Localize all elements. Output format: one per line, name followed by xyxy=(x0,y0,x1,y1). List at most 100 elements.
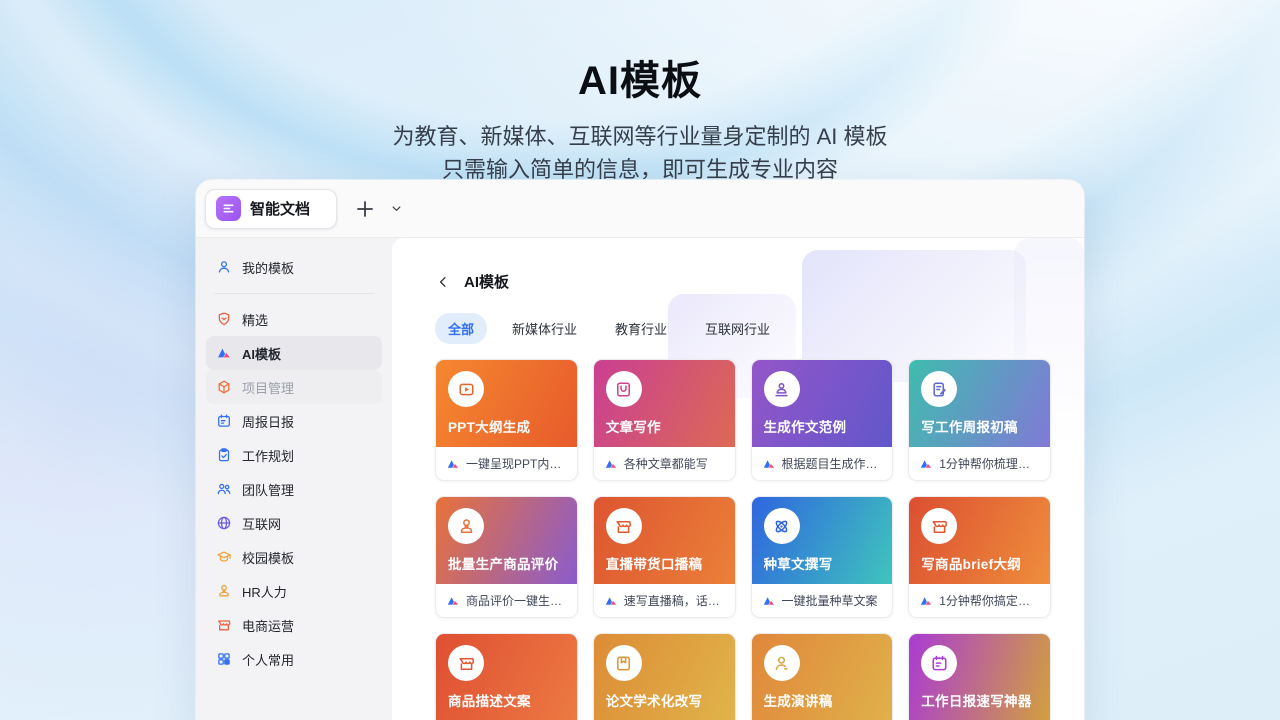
user-icon xyxy=(216,259,232,275)
card-description: 一键呈现PPT内容框架 xyxy=(466,455,567,472)
sidebar-item-project-management[interactable]: 项目管理 xyxy=(206,370,382,404)
card-description: 一键批量种草文案 xyxy=(782,592,878,609)
card-description: 速写直播稿，话题卖点… xyxy=(624,592,725,609)
sidebar: 我的模板 精选 AI模板 项目管理 周报日报 工作规划 xyxy=(196,238,392,720)
storefront-icon xyxy=(930,517,949,536)
template-card-academic-rewrite[interactable]: 论文学术化改写 xyxy=(593,633,736,720)
card-title: 种草文撰写 xyxy=(764,553,881,573)
book-icon xyxy=(614,654,633,673)
ai-logo-icon xyxy=(919,594,933,608)
sidebar-item-my-templates[interactable]: 我的模板 xyxy=(206,250,382,284)
template-card-product-brief[interactable]: 写商品brief大纲 1分钟帮你搞定商品宣传… xyxy=(908,496,1051,618)
template-card-weekly-report-draft[interactable]: 写工作周报初稿 1分钟帮你梳理每周事项 xyxy=(908,359,1051,481)
template-grid: PPT大纲生成 一键呈现PPT内容框架 文章写作 xyxy=(435,359,1051,720)
category-tabs: 全部 新媒体行业 教育行业 互联网行业 xyxy=(435,313,1051,344)
sidebar-item-team-management[interactable]: 团队管理 xyxy=(206,472,382,506)
main-panel: AI模板 全部 新媒体行业 教育行业 互联网行业 PPT大纲生成 xyxy=(392,238,1084,720)
sidebar-item-label: 校园模板 xyxy=(242,548,294,567)
badge-icon xyxy=(216,311,232,327)
lecture-icon xyxy=(772,380,791,399)
template-card-daily-report-tool[interactable]: 工作日报速写神器 xyxy=(908,633,1051,720)
calendar-icon xyxy=(216,413,232,429)
graduation-cap-icon xyxy=(216,549,232,565)
template-card-product-reviews[interactable]: 批量生产商品评价 商品评价一键生成器 xyxy=(435,496,578,618)
tab-education[interactable]: 教育行业 xyxy=(602,313,680,344)
card-title: 直播带货口播稿 xyxy=(606,553,723,573)
card-title: 批量生产商品评价 xyxy=(448,553,565,573)
tab-all[interactable]: 全部 xyxy=(435,313,487,344)
page-subtitle: 为教育、新媒体、互联网等行业量身定制的 AI 模板 只需输入简单的信息，即可生成… xyxy=(0,120,1280,186)
ai-logo-icon xyxy=(446,594,460,608)
new-doc-button[interactable] xyxy=(354,198,376,220)
sidebar-item-personal[interactable]: 个人常用 xyxy=(206,642,382,676)
tab-new-media[interactable]: 新媒体行业 xyxy=(499,313,590,344)
sidebar-item-hr[interactable]: HR人力 xyxy=(206,574,382,608)
hero-section: AI模板 为教育、新媒体、互联网等行业量身定制的 AI 模板 只需输入简单的信息… xyxy=(0,48,1280,186)
card-title: PPT大纲生成 xyxy=(448,416,565,436)
sidebar-item-work-planning[interactable]: 工作规划 xyxy=(206,438,382,472)
window-toolbar: 智能文档 xyxy=(196,180,1084,238)
storefront-icon xyxy=(614,517,633,536)
sidebar-item-label: 项目管理 xyxy=(242,378,294,397)
app-switcher[interactable]: 智能文档 xyxy=(205,189,337,229)
sidebar-item-internet[interactable]: 互联网 xyxy=(206,506,382,540)
template-card-livestream-script[interactable]: 直播带货口播稿 速写直播稿，话题卖点… xyxy=(593,496,736,618)
book-icon xyxy=(614,380,633,399)
grid-icon xyxy=(216,651,232,667)
template-card-essay-example[interactable]: 生成作文范例 根据题目生成作文范例 xyxy=(751,359,894,481)
breadcrumb: AI模板 xyxy=(435,271,1051,292)
team-icon xyxy=(216,481,232,497)
card-description: 1分钟帮你梳理每周事项 xyxy=(939,455,1040,472)
card-description: 商品评价一键生成器 xyxy=(466,592,567,609)
app-name: 智能文档 xyxy=(250,198,310,219)
template-card-seeding-copy[interactable]: 种草文撰写 一键批量种草文案 xyxy=(751,496,894,618)
ai-logo-icon xyxy=(762,594,776,608)
page-title: AI模板 xyxy=(0,48,1280,106)
ai-logo-icon xyxy=(216,345,232,361)
sidebar-item-label: AI模板 xyxy=(242,344,281,363)
ai-logo-icon xyxy=(604,457,618,471)
sidebar-item-label: 互联网 xyxy=(242,514,281,533)
chevron-down-icon[interactable] xyxy=(389,201,404,216)
sidebar-item-ecommerce[interactable]: 电商运营 xyxy=(206,608,382,642)
ai-logo-icon xyxy=(919,457,933,471)
sidebar-item-label: 个人常用 xyxy=(242,650,294,669)
template-card-speech-draft[interactable]: 生成演讲稿 xyxy=(751,633,894,720)
card-title: 工作日报速写神器 xyxy=(921,690,1038,710)
calendar-icon xyxy=(930,654,949,673)
card-description: 根据题目生成作文范例 xyxy=(782,455,883,472)
section-title: AI模板 xyxy=(464,271,509,292)
app-window: 智能文档 我的模板 精选 AI模板 项目管理 xyxy=(196,180,1084,720)
stamp-icon xyxy=(457,517,476,536)
card-description: 各种文章都能写 xyxy=(624,455,708,472)
card-title: 写工作周报初稿 xyxy=(921,416,1038,436)
card-title: 文章写作 xyxy=(606,416,723,436)
sidebar-item-featured[interactable]: 精选 xyxy=(206,302,382,336)
sidebar-divider xyxy=(214,293,374,294)
stamp-icon xyxy=(216,583,232,599)
template-card-article-writing[interactable]: 文章写作 各种文章都能写 xyxy=(593,359,736,481)
card-title: 论文学术化改写 xyxy=(606,690,723,710)
person-icon xyxy=(772,654,791,673)
subtitle-line-1: 为教育、新媒体、互联网等行业量身定制的 AI 模板 xyxy=(0,120,1280,153)
sidebar-item-weekly-daily-report[interactable]: 周报日报 xyxy=(206,404,382,438)
doc-edit-icon xyxy=(930,380,949,399)
template-card-ppt-outline[interactable]: PPT大纲生成 一键呈现PPT内容框架 xyxy=(435,359,578,481)
cube-icon xyxy=(216,379,232,395)
storefront-icon xyxy=(216,617,232,633)
smart-doc-icon xyxy=(216,196,241,221)
sidebar-item-campus-templates[interactable]: 校园模板 xyxy=(206,540,382,574)
globe-icon xyxy=(216,515,232,531)
template-card-product-description[interactable]: 商品描述文案 xyxy=(435,633,578,720)
card-title: 商品描述文案 xyxy=(448,690,565,710)
card-title: 写商品brief大纲 xyxy=(921,553,1038,573)
sidebar-item-label: HR人力 xyxy=(242,582,287,601)
tab-internet[interactable]: 互联网行业 xyxy=(692,313,783,344)
back-button[interactable] xyxy=(435,274,451,290)
sidebar-item-ai-templates[interactable]: AI模板 xyxy=(206,336,382,370)
sidebar-item-label: 我的模板 xyxy=(242,258,294,277)
storefront-icon xyxy=(457,654,476,673)
sidebar-item-label: 团队管理 xyxy=(242,480,294,499)
sidebar-item-label: 精选 xyxy=(242,310,268,329)
card-description: 1分钟帮你搞定商品宣传… xyxy=(939,592,1040,609)
